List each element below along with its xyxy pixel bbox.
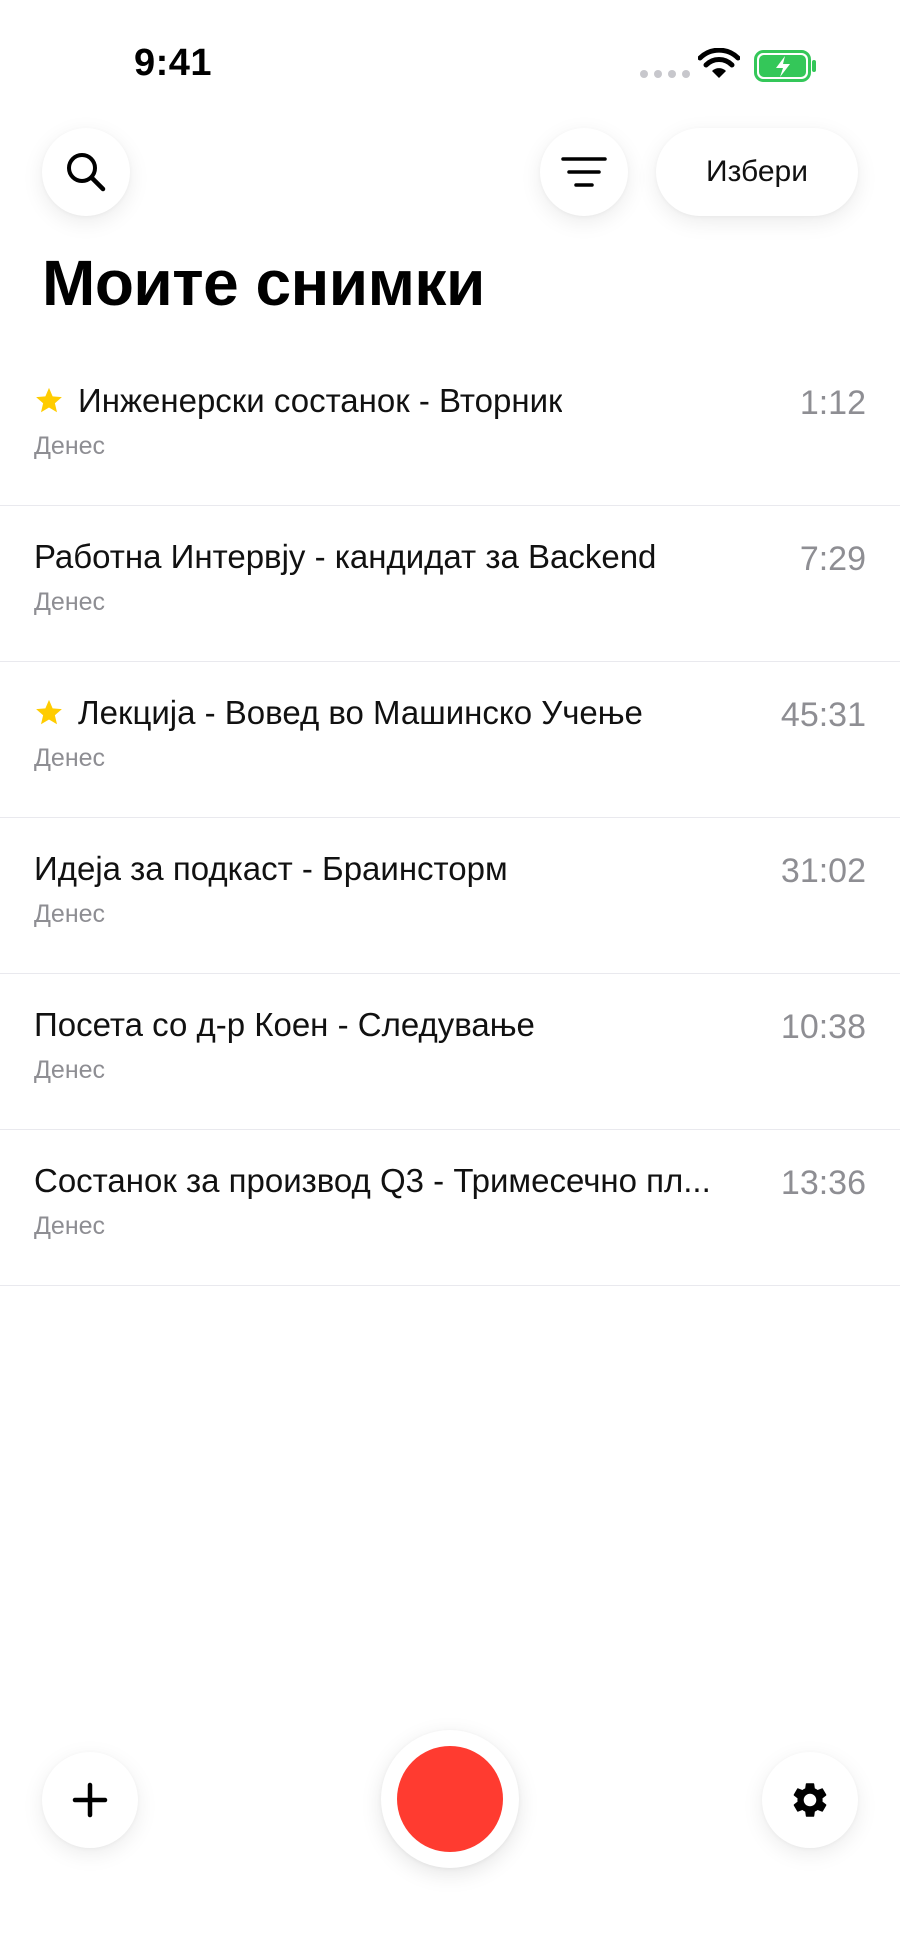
recordings-list: Инженерски состанок - Вторник Денес 1:12… xyxy=(0,350,900,1286)
recording-title: Лекција - Вовед во Машинско Учење xyxy=(78,694,643,731)
settings-button[interactable] xyxy=(762,1752,858,1848)
star-icon xyxy=(36,699,62,725)
gear-icon xyxy=(793,1783,827,1817)
select-button[interactable]: Избери xyxy=(656,128,858,216)
recording-row[interactable]: Работна Интервју - кандидат за Backend Д… xyxy=(0,506,900,662)
recording-date: Денес xyxy=(34,1056,106,1084)
recording-duration: 1:12 xyxy=(799,384,866,422)
status-time: 9:41 xyxy=(134,42,213,84)
recording-duration: 31:02 xyxy=(780,852,866,890)
recording-title: Инженерски состанок - Вторник xyxy=(78,382,563,419)
record-button[interactable] xyxy=(381,1730,519,1868)
recording-row[interactable]: Идеја за подкаст - Браинсторм Денес 31:0… xyxy=(0,818,900,974)
search-button[interactable] xyxy=(42,128,130,216)
recording-row[interactable]: Посета со д-р Коен - Следување Денес 10:… xyxy=(0,974,900,1130)
add-button[interactable] xyxy=(42,1752,138,1848)
recording-row[interactable]: Лекција - Вовед во Машинско Учење Денес … xyxy=(0,662,900,818)
recording-duration: 13:36 xyxy=(780,1164,866,1202)
recording-date: Денес xyxy=(34,432,106,460)
recording-duration: 7:29 xyxy=(799,540,866,578)
filter-lines-icon xyxy=(561,157,607,187)
filter-button[interactable] xyxy=(540,128,628,216)
recording-date: Денес xyxy=(34,588,106,616)
page-title: Моите снимки xyxy=(42,247,485,319)
recording-date: Денес xyxy=(34,900,106,928)
recording-title: Состанок за производ Q3 - Тримесечно пл.… xyxy=(34,1162,711,1199)
recording-row[interactable]: Состанок за производ Q3 - Тримесечно пл.… xyxy=(0,1130,900,1286)
status-bar: 9:41 xyxy=(0,0,900,110)
star-icon xyxy=(36,387,62,413)
wifi-icon xyxy=(698,48,740,78)
recording-date: Денес xyxy=(34,1212,106,1240)
recording-row[interactable]: Инженерски состанок - Вторник Денес 1:12 xyxy=(0,350,900,506)
battery-charging-icon xyxy=(754,50,816,82)
recording-title: Посета со д-р Коен - Следување xyxy=(34,1006,535,1043)
recording-duration: 45:31 xyxy=(780,696,866,734)
cellular-dots-icon xyxy=(640,70,690,78)
voice-memos-screen: 9:41 Избери Моите снимки Инженерски сост… xyxy=(0,0,900,1950)
recording-duration: 10:38 xyxy=(780,1008,866,1046)
record-icon xyxy=(397,1746,503,1852)
search-icon xyxy=(67,153,106,192)
recording-date: Денес xyxy=(34,744,106,772)
recording-title: Работна Интервју - кандидат за Backend xyxy=(34,538,657,575)
plus-icon xyxy=(72,1782,108,1818)
recording-title: Идеја за подкаст - Браинсторм xyxy=(34,850,508,887)
